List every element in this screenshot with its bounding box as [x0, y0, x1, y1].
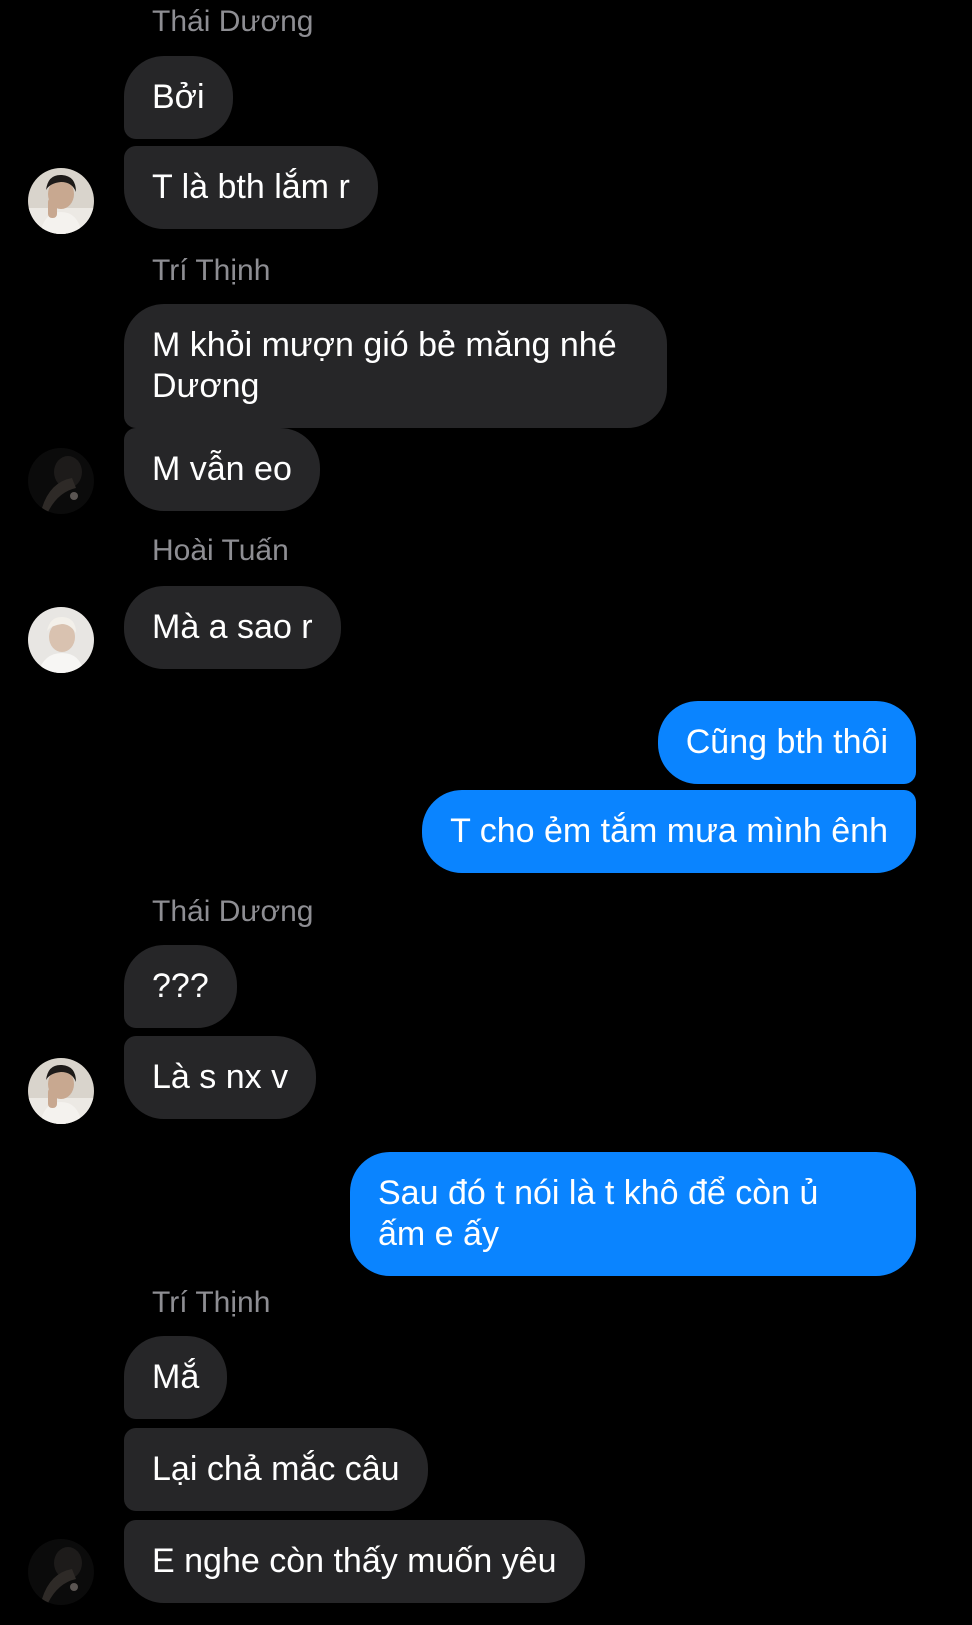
sender-name: Hoài Tuấn	[152, 534, 289, 567]
message-bubble[interactable]: ???	[124, 945, 237, 1028]
sender-name: Trí Thịnh	[152, 1286, 271, 1319]
message-bubble[interactable]: E nghe còn thấy muốn yêu	[124, 1520, 585, 1603]
avatar[interactable]	[28, 1058, 94, 1124]
message-bubble[interactable]: Là s nx v	[124, 1036, 317, 1119]
sender-name: Thái Dương	[152, 5, 314, 38]
message-bubble[interactable]: Sau đó t nói là t khô để còn ủ ấm e ấy	[350, 1152, 916, 1276]
message-bubble[interactable]: Mà a sao r	[124, 586, 341, 669]
avatar[interactable]	[28, 448, 94, 514]
avatar[interactable]	[28, 607, 94, 673]
sender-name: Trí Thịnh	[152, 254, 271, 287]
message-bubble[interactable]: Cũng bth thôi	[657, 701, 916, 784]
message-bubble[interactable]: T cho ẻm tắm mưa mình ênh	[422, 790, 916, 873]
message-bubble[interactable]: T là bth lắm r	[124, 146, 378, 229]
message-bubble[interactable]: Lại chả mắc câu	[124, 1428, 428, 1511]
avatar[interactable]	[28, 1539, 94, 1605]
message-bubble[interactable]: M khỏi mượn gió bẻ măng nhé Dương	[124, 304, 667, 428]
message-bubble[interactable]: Bởi	[124, 56, 233, 139]
sender-name: Thái Dương	[152, 895, 314, 928]
message-bubble[interactable]: M vẫn eo	[124, 428, 320, 511]
avatar[interactable]	[28, 168, 94, 234]
message-bubble[interactable]: Mắ	[124, 1336, 228, 1419]
